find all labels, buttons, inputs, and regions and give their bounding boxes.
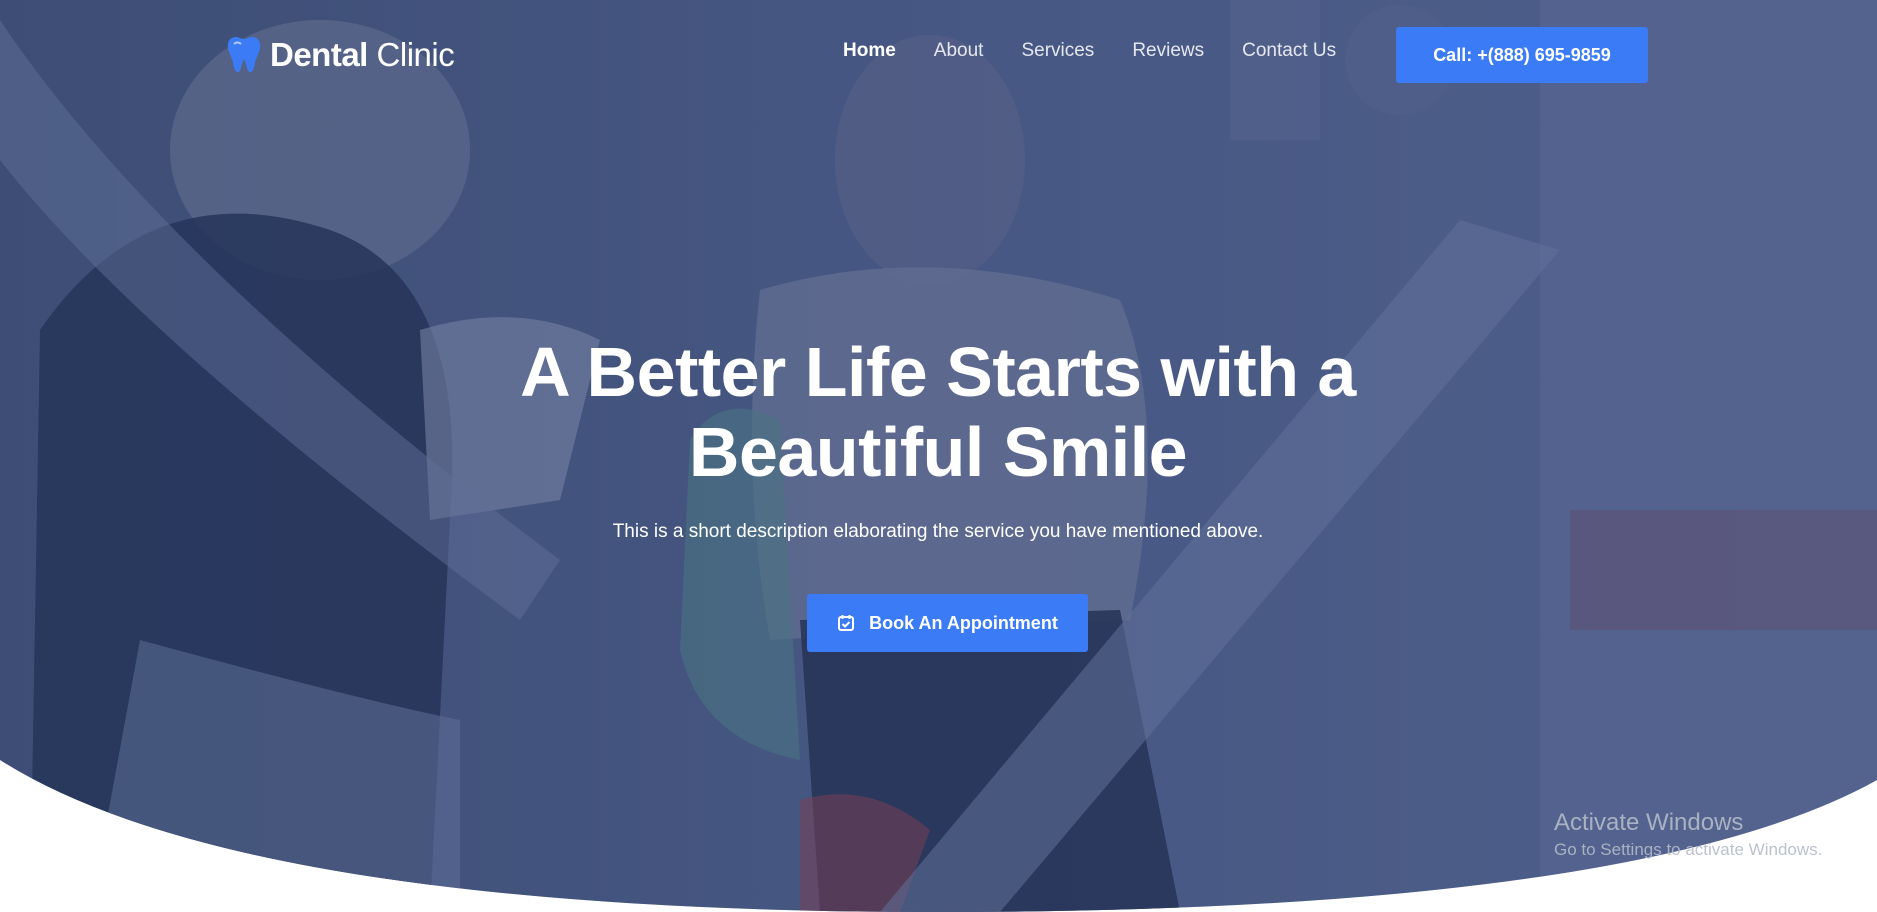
calendar-check-icon bbox=[838, 615, 855, 631]
book-appointment-button[interactable]: Book An Appointment bbox=[807, 594, 1088, 652]
brand-name-light: Clinic bbox=[376, 35, 455, 73]
nav-item-services[interactable]: Services bbox=[1021, 40, 1094, 62]
call-button[interactable]: Call: +(888) 695-9859 bbox=[1396, 27, 1648, 83]
nav-item-home[interactable]: Home bbox=[843, 40, 896, 62]
brand-name: Dental Clinic bbox=[270, 35, 455, 73]
hero-title: A Better Life Starts with a Beautiful Sm… bbox=[338, 332, 1538, 492]
book-appointment-label: Book An Appointment bbox=[869, 612, 1058, 633]
hero-description: This is a short description elaborating … bbox=[612, 521, 1264, 542]
brand-logo[interactable]: Dental Clinic bbox=[226, 34, 455, 74]
watermark-subtitle: Go to Settings to activate Windows. bbox=[1554, 840, 1823, 859]
nav-item-contact-us[interactable]: Contact Us bbox=[1242, 40, 1336, 62]
watermark-title: Activate Windows bbox=[1554, 809, 1744, 836]
main-nav: Home About Services Reviews Contact Us bbox=[843, 40, 1336, 62]
brand-name-bold: Dental bbox=[270, 35, 368, 73]
hero-title-line-2: Beautiful Smile bbox=[688, 413, 1188, 491]
hero-section: Dental Clinic Home About Services Review… bbox=[0, 0, 1877, 912]
nav-item-reviews[interactable]: Reviews bbox=[1132, 40, 1204, 62]
hero-title-line-1: A Better Life Starts with a bbox=[520, 333, 1356, 411]
windows-activation-watermark: Activate Windows Go to Settings to activ… bbox=[1554, 808, 1822, 862]
tooth-icon bbox=[227, 37, 261, 72]
nav-item-about[interactable]: About bbox=[934, 40, 984, 62]
